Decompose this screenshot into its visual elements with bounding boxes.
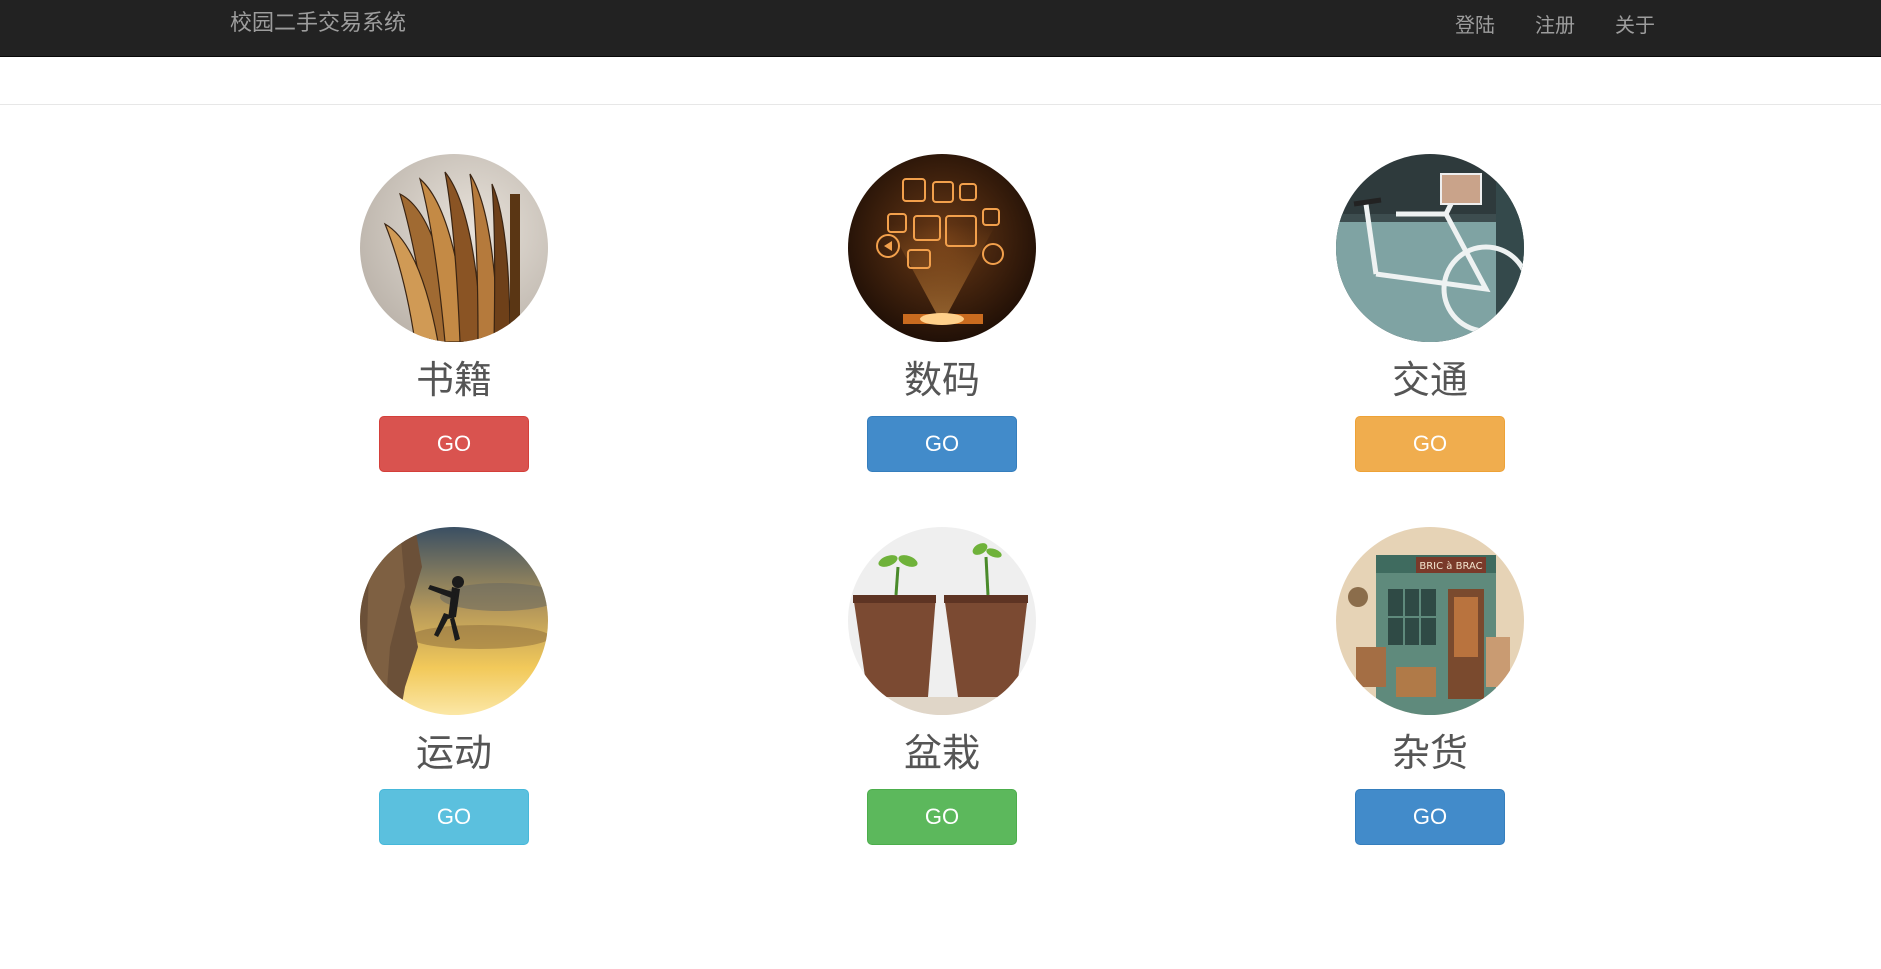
brand-title[interactable]: 校园二手交易系统 [230, 0, 406, 50]
svg-text:BRIC à BRAC: BRIC à BRAC [1419, 560, 1482, 572]
bicycle-image [1336, 154, 1524, 342]
misc-go-button[interactable]: GO [1355, 789, 1505, 845]
category-title: 书籍 [415, 358, 492, 402]
about-link[interactable]: 关于 [1615, 1, 1655, 49]
category-card-plants: 盆栽 GO [792, 527, 1092, 845]
top-navbar: 校园二手交易系统 登陆 注册 关于 [0, 0, 1881, 57]
category-title: 运动 [415, 731, 492, 775]
category-card-sports: 运动 GO [304, 527, 604, 845]
category-card-digital: 数码 GO [792, 154, 1092, 472]
sub-header-bar [0, 57, 1881, 105]
plants-go-button[interactable]: GO [867, 789, 1017, 845]
login-link[interactable]: 登陆 [1455, 1, 1495, 49]
transport-go-button[interactable]: GO [1355, 416, 1505, 472]
category-title: 盆栽 [903, 731, 980, 775]
digital-hologram-image [848, 154, 1036, 342]
bric-a-brac-shop-image: BRIC à BRAC [1336, 527, 1524, 715]
category-title: 杂货 [1391, 731, 1468, 775]
seedling-pots-image [848, 527, 1036, 715]
category-title: 数码 [903, 358, 980, 402]
sports-go-button[interactable]: GO [379, 789, 529, 845]
category-card-misc: BRIC à BRAC 杂货 GO [1280, 527, 1580, 845]
register-link[interactable]: 注册 [1535, 1, 1575, 49]
book-image [360, 154, 548, 342]
digital-go-button[interactable]: GO [867, 416, 1017, 472]
books-go-button[interactable]: GO [379, 416, 529, 472]
category-title: 交通 [1391, 358, 1468, 402]
rock-climber-image [360, 527, 548, 715]
nav-links: 登陆 注册 关于 [1415, 0, 1655, 50]
category-card-books: 书籍 GO [304, 154, 604, 472]
category-card-transport: 交通 GO [1280, 154, 1580, 472]
